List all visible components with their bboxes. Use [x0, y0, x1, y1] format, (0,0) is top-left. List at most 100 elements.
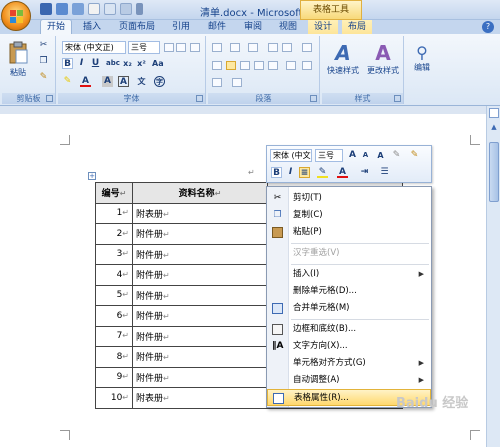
enclose-char-icon[interactable]: 字 — [154, 76, 165, 87]
table-cell[interactable]: 附件册↵ — [132, 284, 268, 306]
table-cell[interactable]: 附件册↵ — [132, 243, 268, 265]
tab-home[interactable]: 开始 — [40, 19, 72, 35]
paste-button[interactable]: 粘贴 — [5, 38, 31, 90]
quick-styles-button[interactable]: A 快速样式 — [324, 38, 362, 90]
phonetic-guide-icon[interactable]: 文 — [136, 76, 147, 87]
help-icon[interactable]: ? — [482, 21, 494, 33]
menu-item-borders-shading[interactable]: 边框和底纹(B)... — [267, 321, 431, 338]
redo-icon[interactable] — [72, 3, 84, 15]
scroll-up-icon[interactable]: ▲ — [489, 122, 499, 132]
sort-icon[interactable] — [302, 43, 312, 52]
superscript-icon[interactable]: x² — [136, 58, 147, 69]
table-cell[interactable]: 10↵ — [95, 387, 133, 409]
tab-review[interactable]: 审阅 — [238, 20, 268, 34]
mini-center-icon[interactable]: ≡ — [299, 167, 310, 178]
styles-launcher-icon[interactable] — [394, 95, 401, 102]
menu-item-merge-cells[interactable]: 合并单元格(M) — [267, 300, 431, 317]
table-cell[interactable]: 6↵ — [95, 305, 133, 327]
print-preview-icon[interactable] — [104, 3, 116, 15]
table-cell[interactable]: 7↵ — [95, 325, 133, 347]
align-center-icon[interactable] — [226, 61, 236, 70]
tab-references[interactable]: 引用 — [166, 20, 196, 34]
mini-format-painter-icon[interactable]: ✎ — [409, 150, 420, 161]
table-cell[interactable]: 2↵ — [95, 223, 133, 245]
multilevel-list-icon[interactable] — [248, 43, 258, 52]
table-cell[interactable]: 附件册↵ — [132, 264, 268, 286]
table-cell[interactable]: 4↵ — [95, 264, 133, 286]
table-cell[interactable]: 附表册↵ — [132, 202, 268, 224]
table-cell[interactable]: 附件册↵ — [132, 325, 268, 347]
grow-font-icon[interactable] — [164, 43, 174, 52]
borders-icon[interactable] — [232, 78, 242, 87]
paragraph-launcher-icon[interactable] — [310, 95, 317, 102]
bullets-icon[interactable] — [212, 43, 222, 52]
menu-item-copy[interactable]: ❐ 复制(C) — [267, 207, 431, 224]
font-color-icon[interactable]: A — [80, 76, 91, 87]
scroll-thumb[interactable] — [489, 142, 499, 202]
cut-icon[interactable]: ✂ — [38, 40, 49, 51]
mini-font-size-box[interactable]: 三号 — [315, 149, 343, 162]
tab-mailings[interactable]: 邮件 — [202, 20, 232, 34]
menu-item-autofit[interactable]: 自动调整(A) ▶ — [267, 372, 431, 389]
font-name-box[interactable]: 宋体 (中文正) — [62, 41, 126, 54]
copy-icon[interactable]: ❐ — [38, 56, 49, 67]
distributed-icon[interactable] — [268, 61, 278, 70]
tab-table-layout[interactable]: 布局 — [342, 20, 372, 34]
mini-bold-icon[interactable]: B — [271, 167, 282, 178]
subscript-icon[interactable]: x₂ — [122, 58, 133, 69]
table-cell[interactable]: 附件册↵ — [132, 305, 268, 327]
table-cell[interactable]: 附件册↵ — [132, 223, 268, 245]
header-cell-number[interactable]: 编号↵ — [95, 182, 133, 204]
table-cell[interactable]: 9↵ — [95, 366, 133, 388]
print-icon[interactable] — [120, 3, 132, 15]
underline-icon[interactable]: U — [90, 58, 101, 69]
align-right-icon[interactable] — [240, 61, 250, 70]
office-button[interactable] — [1, 1, 31, 31]
menu-item-cell-alignment[interactable]: 单元格对齐方式(G) ▶ — [267, 355, 431, 372]
bold-icon[interactable]: B — [62, 58, 73, 69]
mini-grow-font-icon[interactable]: A — [347, 150, 358, 161]
table-cell[interactable]: 1↵ — [95, 202, 133, 224]
shading-icon[interactable] — [212, 78, 222, 87]
table-cell[interactable]: 8↵ — [95, 346, 133, 368]
table-move-handle-icon[interactable]: + — [88, 172, 96, 180]
highlight-icon[interactable]: ✎ — [62, 76, 73, 87]
tab-view[interactable]: 视图 — [274, 20, 302, 34]
mini-shrink-font-icon[interactable]: A — [360, 150, 371, 161]
justify-icon[interactable] — [254, 61, 264, 70]
menu-item-cut[interactable]: ✂ 剪切(T) — [267, 190, 431, 207]
tab-insert[interactable]: 插入 — [78, 20, 106, 34]
decrease-indent-icon[interactable] — [268, 43, 278, 52]
table-cell[interactable]: 附件册↵ — [132, 366, 268, 388]
table-cell[interactable]: 5↵ — [95, 284, 133, 306]
undo-icon[interactable] — [56, 3, 68, 15]
shrink-font-icon[interactable] — [176, 43, 186, 52]
mini-font-color-icon[interactable]: A — [337, 167, 348, 178]
char-shading-icon[interactable]: A — [102, 76, 113, 87]
format-painter-icon[interactable]: ✎ — [38, 72, 49, 83]
line-spacing-icon[interactable] — [286, 61, 296, 70]
char-border-icon[interactable]: A — [118, 76, 129, 87]
table-cell[interactable]: 附件册↵ — [132, 346, 268, 368]
table-cell[interactable]: 附表册↵ — [132, 387, 268, 409]
increase-indent-icon[interactable] — [282, 43, 292, 52]
new-doc-icon[interactable] — [88, 3, 100, 15]
ruler-toggle-icon[interactable] — [489, 108, 499, 118]
clipboard-launcher-icon[interactable] — [46, 95, 53, 102]
save-icon[interactable] — [40, 3, 52, 15]
mini-italic-icon[interactable]: I — [285, 167, 296, 178]
change-styles-button[interactable]: A 更改样式 — [364, 38, 402, 90]
italic-icon[interactable]: I — [76, 58, 87, 69]
menu-item-paste[interactable]: 粘贴(P) — [267, 224, 431, 241]
mini-highlight-icon[interactable]: A — [375, 150, 386, 161]
mini-eraser-icon[interactable]: ✎ — [391, 150, 402, 161]
table-cell[interactable]: 3↵ — [95, 243, 133, 265]
align-left-icon[interactable] — [212, 61, 222, 70]
strikethrough-icon[interactable]: abc — [106, 58, 120, 69]
editing-button[interactable]: ⚲ 编辑 — [408, 38, 436, 90]
menu-item-text-direction[interactable]: ‖A 文字方向(X)... — [267, 338, 431, 355]
font-launcher-icon[interactable] — [196, 95, 203, 102]
mini-bullets-icon[interactable]: ☰ — [379, 167, 390, 178]
clear-format-icon[interactable] — [190, 43, 200, 52]
tab-page-layout[interactable]: 页面布局 — [112, 20, 162, 34]
